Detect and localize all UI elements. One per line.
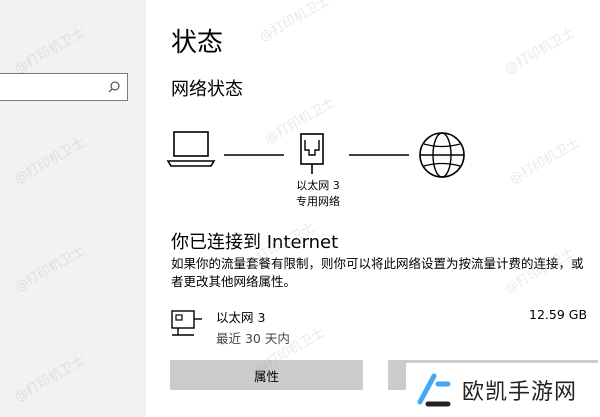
adapter-type: 专用网络 — [296, 195, 340, 208]
laptop-icon — [166, 131, 216, 167]
adapter-label: 以太网 3 专用网络 — [278, 178, 358, 210]
usage-amount: 12.59 GB — [529, 307, 588, 322]
properties-button[interactable]: 属性 — [170, 360, 363, 390]
settings-nav-pane — [0, 0, 146, 417]
logo-icon — [417, 373, 451, 407]
adapter-name: 以太网 3 — [296, 179, 340, 192]
globe-icon — [419, 132, 465, 178]
ethernet-usage-icon — [171, 310, 202, 336]
ethernet-adapter-icon — [300, 133, 324, 174]
site-logo: 欧凯手游网 — [406, 363, 600, 417]
page-title: 状态 — [171, 28, 224, 58]
search-icon[interactable] — [108, 81, 120, 93]
status-content: 状态 网络状态 以太网 3 专用网络 你已连接到 Internet 如果你的流量… — [146, 0, 600, 417]
network-status-heading: 网络状态 — [171, 79, 243, 100]
usage-adapter-name: 以太网 3 — [216, 310, 266, 325]
connection-status-title: 你已连接到 Internet — [171, 232, 339, 253]
search-input[interactable] — [0, 73, 128, 101]
usage-period: 最近 30 天内 — [216, 331, 290, 346]
metered-connection-note: 如果你的流量套餐有限制，则你可以将此网络设置为按流量计费的连接，或者更改其他网络… — [171, 256, 584, 289]
logo-text: 欧凯手游网 — [462, 380, 578, 405]
